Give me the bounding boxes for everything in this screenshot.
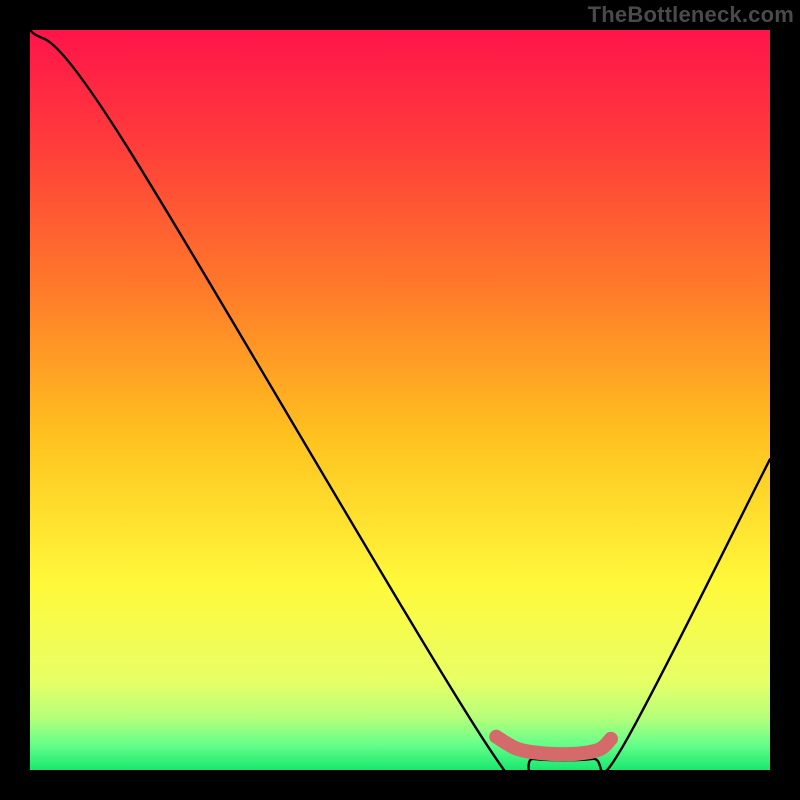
optimal-zone-end-dot <box>604 732 618 746</box>
watermark-text: TheBottleneck.com <box>588 2 794 28</box>
bottleneck-chart <box>0 0 800 800</box>
chart-stage: TheBottleneck.com <box>0 0 800 800</box>
plot-background <box>30 30 770 770</box>
